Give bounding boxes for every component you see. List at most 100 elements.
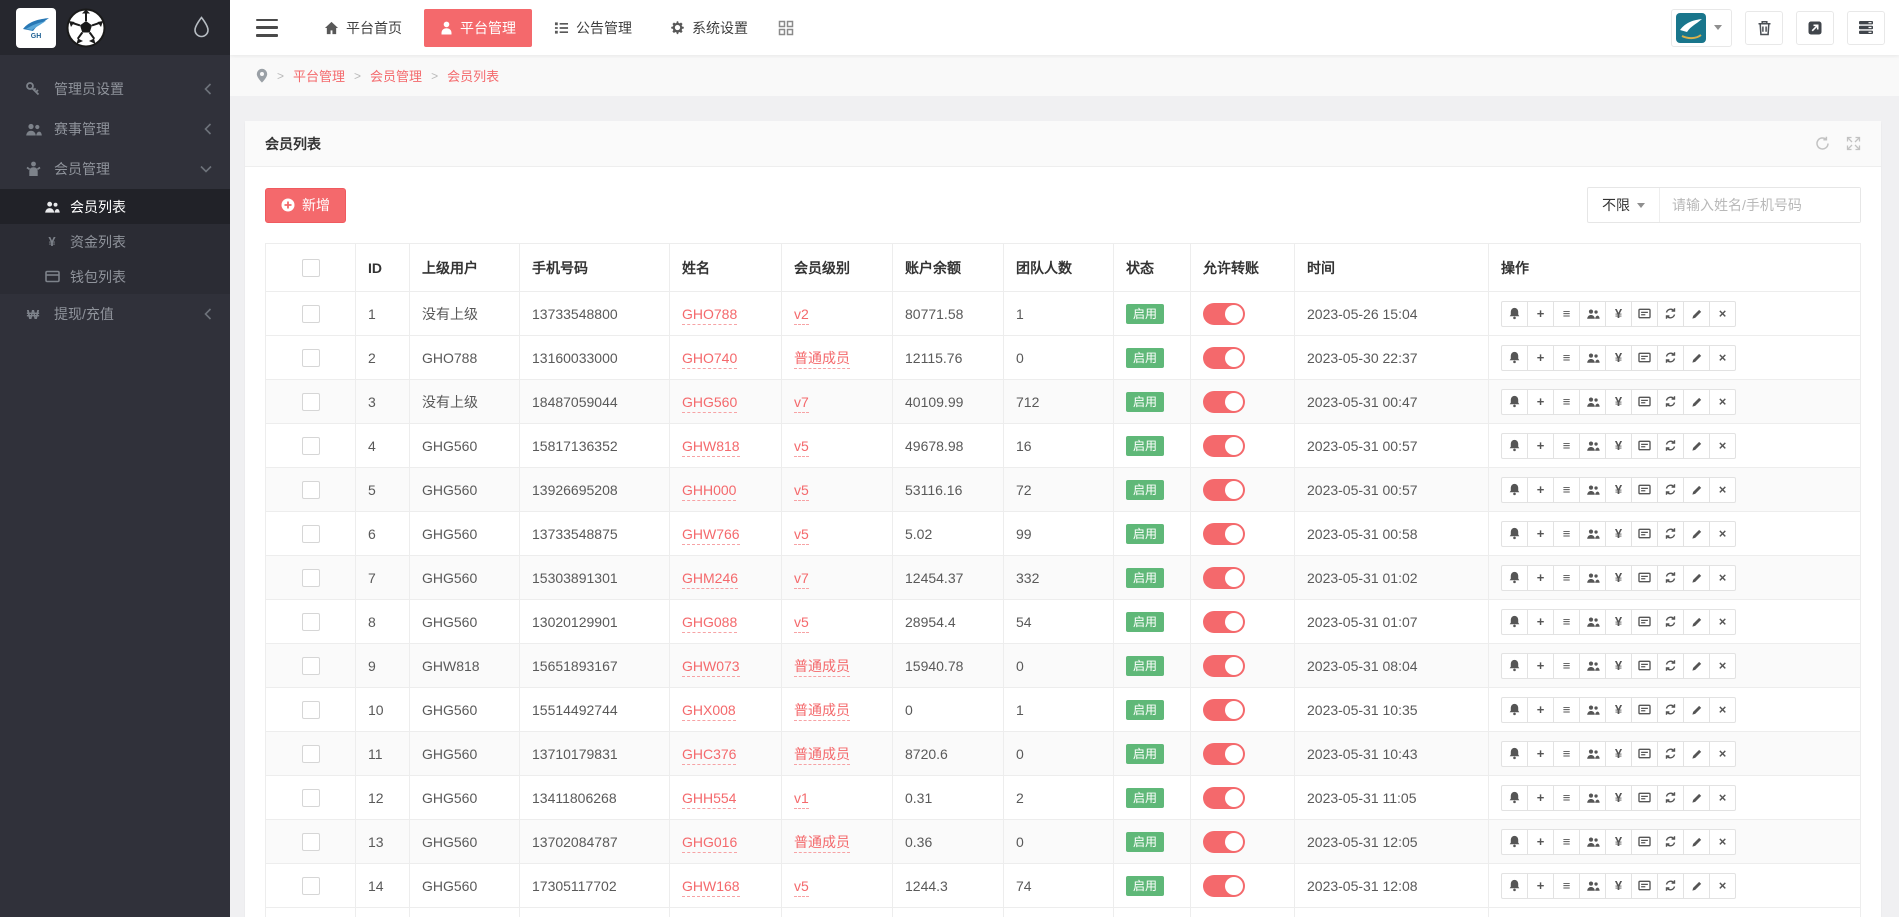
funds-button[interactable]: ¥ (1605, 608, 1632, 635)
add-sub-button[interactable]: + (1527, 432, 1554, 459)
edit-button[interactable] (1683, 740, 1710, 767)
add-sub-button[interactable]: + (1527, 476, 1554, 503)
edit-button[interactable] (1683, 520, 1710, 547)
nav-item-platform-management[interactable]: 平台管理 (424, 8, 532, 47)
funds-button[interactable]: ¥ (1605, 872, 1632, 899)
member-name-link[interactable]: GHH000 (682, 481, 737, 501)
funds-button[interactable]: ¥ (1605, 652, 1632, 679)
reset-button[interactable] (1657, 300, 1684, 327)
member-name-link[interactable]: GHH554 (682, 789, 737, 809)
filter-dropdown[interactable]: 不限 (1588, 188, 1660, 222)
sidebar-item-match-management[interactable]: 赛事管理 (0, 109, 230, 149)
brand-logo[interactable]: GH (16, 7, 56, 48)
member-name-link[interactable]: GHG560 (682, 393, 738, 413)
add-sub-button[interactable]: + (1527, 696, 1554, 723)
transfer-toggle[interactable] (1203, 346, 1245, 369)
row-checkbox[interactable] (301, 304, 320, 323)
edit-button[interactable] (1683, 608, 1710, 635)
reset-button[interactable] (1657, 432, 1684, 459)
member-name-link[interactable]: GHG088 (682, 613, 738, 633)
team-button[interactable] (1579, 520, 1606, 547)
funds-button[interactable]: ¥ (1605, 388, 1632, 415)
team-button[interactable] (1579, 564, 1606, 591)
member-name-link[interactable]: GHW168 (682, 877, 740, 897)
reset-button[interactable] (1657, 872, 1684, 899)
bell-button[interactable] (1501, 300, 1528, 327)
add-sub-button[interactable]: + (1527, 872, 1554, 899)
sidebar-item-member-list[interactable]: 会员列表 (0, 189, 230, 224)
member-name-link[interactable]: GHW073 (682, 657, 740, 677)
transfer-toggle[interactable] (1203, 742, 1245, 765)
delete-button[interactable]: × (1709, 652, 1736, 679)
search-input[interactable] (1660, 188, 1860, 222)
server-button[interactable] (1847, 10, 1885, 45)
member-name-link[interactable]: GHC376 (682, 745, 737, 765)
add-sub-button[interactable]: + (1527, 344, 1554, 371)
transfer-toggle[interactable] (1203, 302, 1245, 325)
member-name-link[interactable]: GHO788 (682, 305, 738, 325)
funds-button[interactable]: ¥ (1605, 344, 1632, 371)
edit-button[interactable] (1683, 828, 1710, 855)
row-checkbox[interactable] (301, 744, 320, 763)
delete-button[interactable]: × (1709, 740, 1736, 767)
team-button[interactable] (1579, 828, 1606, 855)
member-level-link[interactable]: 普通成员 (794, 745, 850, 765)
transfer-toggle[interactable] (1203, 654, 1245, 677)
wallet-button[interactable] (1631, 476, 1658, 503)
reset-button[interactable] (1657, 696, 1684, 723)
add-sub-button[interactable]: + (1527, 300, 1554, 327)
transfer-toggle[interactable] (1203, 830, 1245, 853)
bell-button[interactable] (1501, 564, 1528, 591)
member-level-link[interactable]: v5 (794, 613, 809, 633)
reset-button[interactable] (1657, 652, 1684, 679)
add-sub-button[interactable]: + (1527, 652, 1554, 679)
detail-button[interactable]: ≡ (1553, 652, 1580, 679)
detail-button[interactable]: ≡ (1553, 388, 1580, 415)
delete-button[interactable]: × (1709, 388, 1736, 415)
wallet-button[interactable] (1631, 696, 1658, 723)
edit-button[interactable] (1683, 652, 1710, 679)
sidebar-item-wallet-list[interactable]: 钱包列表 (0, 259, 230, 294)
team-button[interactable] (1579, 784, 1606, 811)
bell-button[interactable] (1501, 872, 1528, 899)
member-level-link[interactable]: 普通成员 (794, 701, 850, 721)
add-member-button[interactable]: 新增 (265, 187, 346, 223)
transfer-toggle[interactable] (1203, 786, 1245, 809)
row-checkbox[interactable] (301, 656, 320, 675)
wallet-button[interactable] (1631, 432, 1658, 459)
add-sub-button[interactable]: + (1527, 388, 1554, 415)
delete-button[interactable]: × (1709, 344, 1736, 371)
edit-button[interactable] (1683, 784, 1710, 811)
row-checkbox[interactable] (301, 480, 320, 499)
member-level-link[interactable]: v5 (794, 525, 809, 545)
detail-button[interactable]: ≡ (1553, 696, 1580, 723)
transfer-toggle[interactable] (1203, 874, 1245, 897)
delete-button[interactable]: × (1709, 564, 1736, 591)
funds-button[interactable]: ¥ (1605, 300, 1632, 327)
funds-button[interactable]: ¥ (1605, 564, 1632, 591)
delete-button[interactable]: × (1709, 300, 1736, 327)
delete-button[interactable]: × (1709, 696, 1736, 723)
edit-button[interactable] (1683, 344, 1710, 371)
reset-button[interactable] (1657, 608, 1684, 635)
team-button[interactable] (1579, 388, 1606, 415)
row-checkbox[interactable] (301, 568, 320, 587)
bell-button[interactable] (1501, 784, 1528, 811)
avatar-dropdown[interactable] (1671, 8, 1732, 47)
member-level-link[interactable]: v7 (794, 393, 809, 413)
export-button[interactable] (1796, 10, 1834, 45)
row-checkbox[interactable] (301, 788, 320, 807)
team-button[interactable] (1579, 608, 1606, 635)
team-button[interactable] (1579, 344, 1606, 371)
transfer-toggle[interactable] (1203, 610, 1245, 633)
add-sub-button[interactable]: + (1527, 564, 1554, 591)
wallet-button[interactable] (1631, 388, 1658, 415)
reset-button[interactable] (1657, 828, 1684, 855)
edit-button[interactable] (1683, 388, 1710, 415)
funds-button[interactable]: ¥ (1605, 740, 1632, 767)
wallet-button[interactable] (1631, 740, 1658, 767)
select-all-checkbox[interactable] (301, 258, 320, 277)
apps-grid-icon[interactable] (778, 20, 794, 36)
add-sub-button[interactable]: + (1527, 828, 1554, 855)
delete-button[interactable]: × (1709, 608, 1736, 635)
